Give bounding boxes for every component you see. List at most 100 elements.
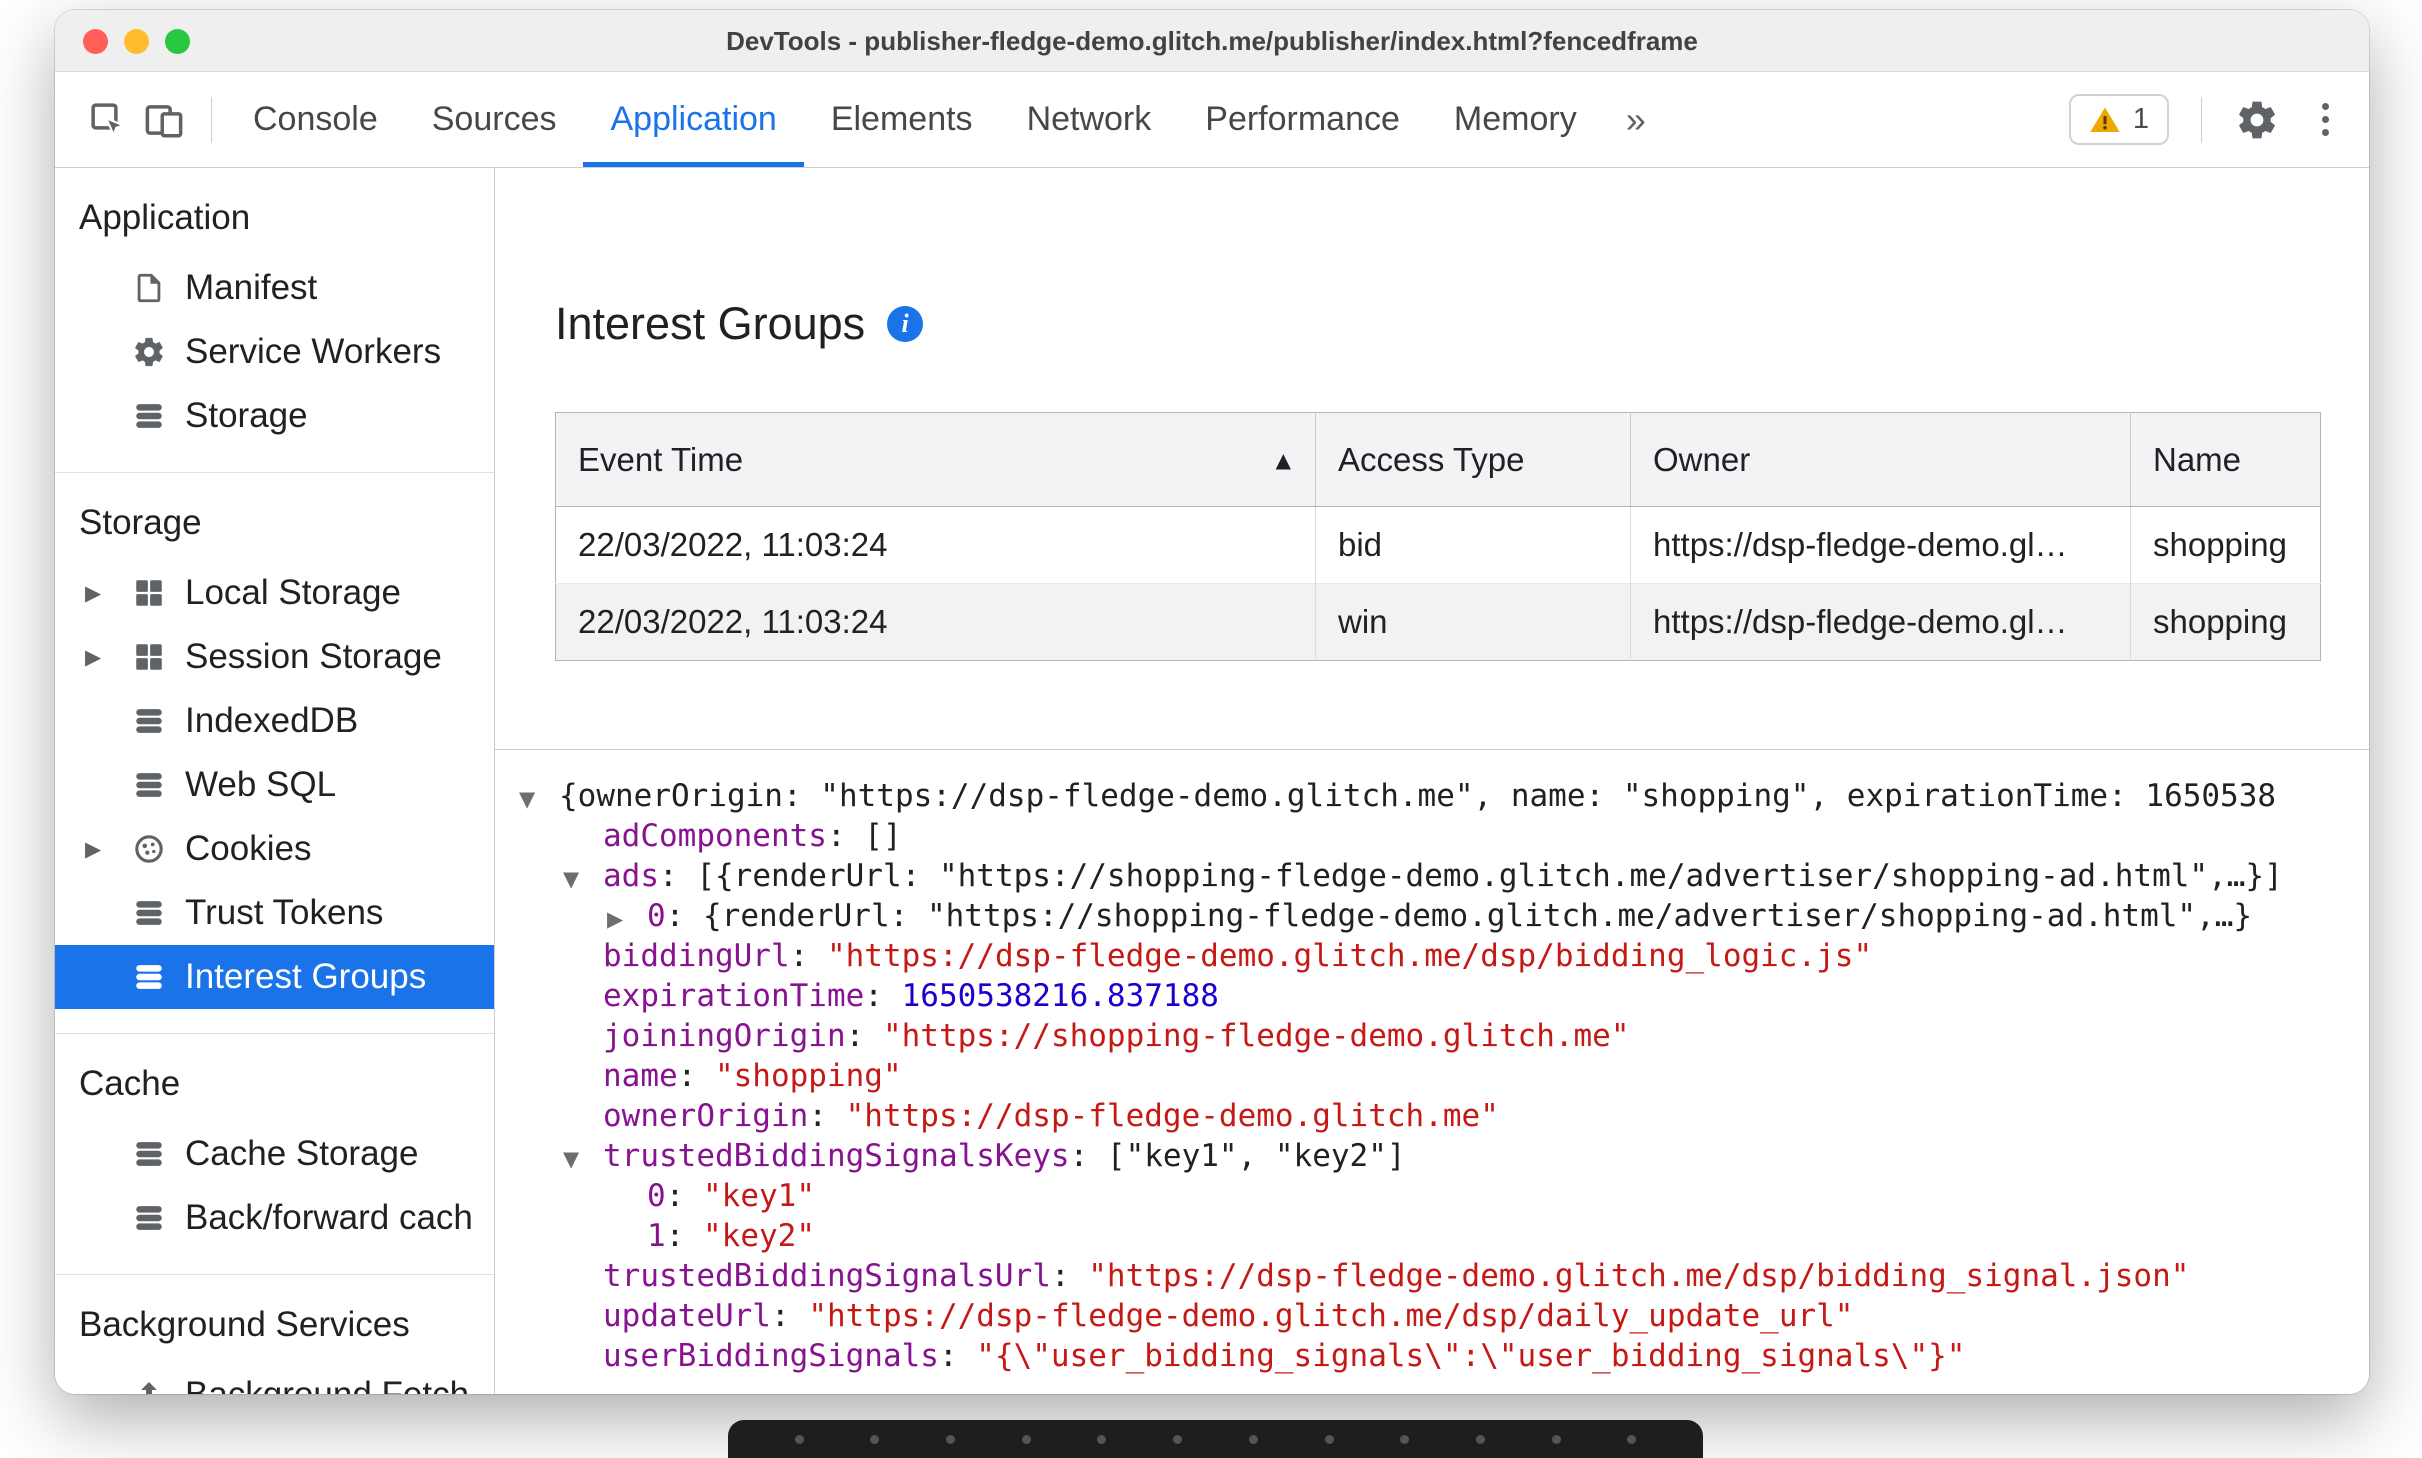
main-panel: Interest Groups i Event Time ▲ Access Type… <box>495 168 2369 1394</box>
dock-dot <box>1627 1434 1637 1444</box>
sidebar-item-service-workers[interactable]: Service Workers <box>55 320 494 384</box>
dock-dot <box>870 1434 880 1444</box>
column-header-event-time[interactable]: Event Time ▲ <box>555 412 1316 507</box>
more-tabs-button[interactable]: » <box>1604 99 1668 141</box>
dock-dot <box>1173 1434 1183 1444</box>
sidebar-item-back-forward-cach[interactable]: Back/forward cach <box>55 1186 494 1250</box>
table-row[interactable]: 22/03/2022, 11:03:24 bid https://dsp-fledg… <box>555 506 2321 584</box>
sidebar-item-storage[interactable]: Storage <box>55 384 494 448</box>
tree-segment-str: "https://dsp-fledge-demo.glitch.me" <box>845 1098 1499 1134</box>
cell-owner[interactable]: https://dsp-fledge-demo.gl… <box>1630 506 2131 584</box>
tree-segment-plain: : <box>1050 1258 1089 1294</box>
gear-icon <box>129 332 169 372</box>
tree-line[interactable]: 0: "key1" <box>519 1176 2369 1216</box>
table-header-row: Event Time ▲ Access Type Owner Name <box>555 412 2321 507</box>
collapse-icon[interactable]: ▼ <box>563 859 603 899</box>
tree-segment-plain: : <box>665 1178 703 1214</box>
sidebar-item-session-storage[interactable]: ▶ Session Storage <box>55 625 494 689</box>
cell-name[interactable]: shopping <box>2130 583 2321 661</box>
tab-memory[interactable]: Memory <box>1427 72 1604 167</box>
sidebar-section-title: Application <box>79 198 251 237</box>
sidebar-item-interest-groups[interactable]: Interest Groups <box>55 945 494 1009</box>
tree-line[interactable]: ▼ {ownerOrigin: "https://dsp-fledge-demo.… <box>519 776 2369 816</box>
column-header-name[interactable]: Name <box>2130 412 2321 507</box>
sidebar-item-local-storage[interactable]: ▶ Local Storage <box>55 561 494 625</box>
toolbar-separator <box>211 96 212 143</box>
tab-network[interactable]: Network <box>1000 72 1179 167</box>
cell-event-time[interactable]: 22/03/2022, 11:03:24 <box>555 583 1316 661</box>
dock-dot <box>794 1434 804 1444</box>
issues-badge[interactable]: 1 <box>2068 94 2169 145</box>
cell-event-time[interactable]: 22/03/2022, 11:03:24 <box>555 506 1316 584</box>
tree-line[interactable]: name: "shopping" <box>519 1056 2369 1096</box>
cell-access-type[interactable]: bid <box>1315 506 1631 584</box>
sidebar-item-cookies[interactable]: ▶ Cookies <box>55 817 494 881</box>
tree-line[interactable]: ▼ ads: [{renderUrl: "https://shopping-fle… <box>519 856 2369 896</box>
tree-line[interactable]: ▶ 0: {renderUrl: "https://shopping-fledge… <box>519 896 2369 936</box>
inspect-element-icon[interactable] <box>85 97 131 143</box>
sidebar-section-storage: Storage ▶ Local Storage ▶ Session Storage Ind… <box>55 473 494 1034</box>
tree-line[interactable]: updateUrl: "https://dsp-fledge-demo.glit… <box>519 1296 2369 1336</box>
sidebar-item-label: Local Storage <box>185 573 401 612</box>
cell-owner[interactable]: https://dsp-fledge-demo.gl… <box>1630 583 2131 661</box>
dock-dot <box>1097 1434 1107 1444</box>
tab-application[interactable]: Application <box>583 72 805 167</box>
column-header-label: Owner <box>1653 440 1751 478</box>
column-header-label: Event Time <box>578 440 744 478</box>
menu-dots-icon[interactable] <box>2308 103 2343 136</box>
tree-segment-str: "https://dsp-fledge-demo.glitch.me/dsp/b… <box>826 938 1873 974</box>
sidebar-section-cache: Cache Cache Storage Back/forward cach <box>55 1034 494 1275</box>
tree-line[interactable]: adComponents: [] <box>519 816 2369 856</box>
info-icon[interactable]: i <box>887 306 924 342</box>
sidebar-item-manifest[interactable]: Manifest <box>55 256 494 320</box>
stack-icon <box>129 1134 169 1174</box>
tab-elements[interactable]: Elements <box>804 72 1000 167</box>
tree-line[interactable]: ownerOrigin: "https://dsp-fledge-demo.gl… <box>519 1096 2369 1136</box>
tree-line[interactable]: 1: "key2" <box>519 1216 2369 1256</box>
sidebar-item-indexeddb[interactable]: IndexedDB <box>55 689 494 753</box>
stack-icon <box>129 1198 169 1238</box>
tab-sources[interactable]: Sources <box>405 72 584 167</box>
toolbar-separator <box>2201 96 2202 143</box>
tree-line[interactable]: biddingUrl: "https://dsp-fledge-demo.gli… <box>519 936 2369 976</box>
tree-line[interactable]: expirationTime: 1650538216.837188 <box>519 976 2369 1016</box>
expand-icon[interactable]: ▶ <box>607 899 647 939</box>
tree-segment-key: adComponents <box>603 818 827 854</box>
expand-icon[interactable]: ▶ <box>85 645 129 669</box>
column-header-label: Access Type <box>1338 440 1525 478</box>
tree-segment-key: trustedBiddingSignalsKeys <box>603 1138 1070 1174</box>
cell-access-type[interactable]: win <box>1315 583 1631 661</box>
tree-segment-plain: : [] <box>826 818 902 854</box>
tree-line[interactable]: trustedBiddingSignalsUrl: "https://dsp-f… <box>519 1256 2369 1296</box>
collapse-icon[interactable]: ▼ <box>563 1139 603 1179</box>
tree-line[interactable]: joiningOrigin: "https://shopping-fledge-… <box>519 1016 2369 1056</box>
tree-segment-plain: : <box>808 1098 846 1134</box>
settings-gear-icon[interactable] <box>2234 97 2280 143</box>
sort-ascending-icon: ▲ <box>1275 447 1291 472</box>
tree-segment-key: biddingUrl <box>603 938 790 974</box>
warning-icon <box>2089 104 2121 136</box>
tab-console[interactable]: Console <box>226 72 405 167</box>
sidebar-item-trust-tokens[interactable]: Trust Tokens <box>55 881 494 945</box>
cell-name[interactable]: shopping <box>2131 507 2321 584</box>
tree-segment-str: "https://shopping-fledge-demo.glitch.me" <box>882 1018 1630 1054</box>
tree-line[interactable]: ▼ trustedBiddingSignalsKeys: ["key1", "ke… <box>519 1136 2369 1176</box>
sidebar-item-label: Cache Storage <box>185 1134 419 1173</box>
table-row[interactable]: 22/03/2022, 11:03:24 win https://dsp-fledg… <box>555 583 2321 661</box>
expand-icon[interactable]: ▶ <box>85 581 129 605</box>
tree-segment-plain: {ownerOrigin: "https://dsp-fledge-demo.g… <box>559 778 2277 814</box>
column-header-owner[interactable]: Owner <box>1630 412 2131 507</box>
column-header-access-type[interactable]: Access Type <box>1315 412 1631 507</box>
sidebar-section-application: Application Manifest Service Workers Storag… <box>55 168 494 473</box>
tree-line[interactable]: userBiddingSignals: "{\"user_bidding_sig… <box>519 1336 2369 1376</box>
tree-segment-key: 0 <box>647 898 666 934</box>
sidebar-item-web-sql[interactable]: Web SQL <box>55 753 494 817</box>
tab-performance[interactable]: Performance <box>1178 72 1427 167</box>
expand-icon[interactable]: ▶ <box>85 837 129 861</box>
device-toolbar-icon[interactable] <box>141 97 187 143</box>
dock-dot <box>1021 1434 1031 1444</box>
sidebar-item-label: Background Fetch <box>185 1375 469 1394</box>
collapse-icon[interactable]: ▼ <box>519 779 559 819</box>
sidebar-item-cache-storage[interactable]: Cache Storage <box>55 1122 494 1186</box>
sidebar-item-background-fetch[interactable]: Background Fetch <box>55 1363 494 1394</box>
